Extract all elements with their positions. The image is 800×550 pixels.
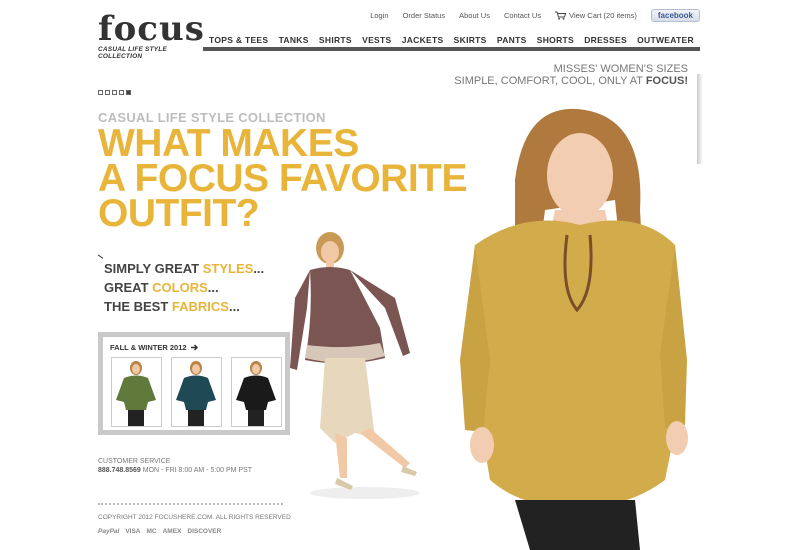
subtext-post: ... <box>228 299 240 314</box>
nav-outweater[interactable]: OUTWEATER <box>637 35 694 45</box>
about-link[interactable]: About Us <box>459 11 490 20</box>
footer-divider <box>98 503 283 505</box>
subtext-pre: GREAT <box>104 280 153 295</box>
headline-line: WHAT MAKES <box>98 122 359 165</box>
utility-nav: Login Order Status About Us Contact Us V… <box>370 9 700 22</box>
decorative-tick <box>96 254 104 261</box>
nav-jackets[interactable]: JACKETS <box>402 35 444 45</box>
main-nav: TOPS & TEES TANKS SHIRTS VESTS JACKETS S… <box>203 33 700 51</box>
arrow-right-icon <box>190 344 198 351</box>
nav-dresses[interactable]: DRESSES <box>584 35 627 45</box>
cart-icon <box>555 11 567 20</box>
model-photo-main <box>460 108 688 550</box>
contact-link[interactable]: Contact Us <box>504 11 541 20</box>
promo-line2-text: SIMPLE, COMFORT, COOL, ONLY AT <box>454 75 646 87</box>
subtext-line: GREAT COLORS... <box>104 278 264 297</box>
nav-tanks[interactable]: TANKS <box>279 35 309 45</box>
subtext-line: THE BEST FABRICS... <box>104 297 264 316</box>
product-thumbnail[interactable] <box>231 357 282 427</box>
slider-dot[interactable] <box>98 90 103 95</box>
facebook-button[interactable]: facebook <box>650 9 700 22</box>
collection-title: FALL & WINTER 2012 <box>110 343 187 352</box>
collection-thumbs <box>111 357 282 427</box>
amex-icon: AMEX <box>162 528 182 535</box>
cs-hours: MON - FRI 8:00 AM - 5:00 PM PST <box>140 467 253 474</box>
product-thumbnail[interactable] <box>171 357 222 427</box>
view-cart-link[interactable]: View Cart (20 items) <box>555 11 637 20</box>
subtext-pre: SIMPLY GREAT <box>104 261 203 276</box>
payment-icons: PayPal VISA MC AMEX DISCOVER <box>98 528 221 535</box>
collection-title-link[interactable]: FALL & WINTER 2012 <box>110 343 199 352</box>
subtext-line: SIMPLY GREAT STYLES... <box>104 259 264 278</box>
slider-dots <box>98 90 131 95</box>
divider-shadow <box>697 74 703 164</box>
nav-shorts[interactable]: SHORTS <box>537 35 574 45</box>
subtext-highlight: STYLES <box>202 261 254 276</box>
discover-icon: DISCOVER <box>187 528 222 535</box>
nav-skirts[interactable]: SKIRTS <box>454 35 487 45</box>
nav-vests[interactable]: VESTS <box>362 35 391 45</box>
mastercard-icon: MC <box>146 528 157 535</box>
fall-winter-collection-box[interactable]: FALL & WINTER 2012 <box>98 332 290 435</box>
view-cart-label: View Cart (20 items) <box>569 11 637 20</box>
headline-line: A FOCUS FAVORITE <box>98 157 468 200</box>
logo-wordmark: focus <box>98 9 205 49</box>
promo-tagline: MISSES' WOMEN'S SIZES SIMPLE, COMFORT, C… <box>454 63 688 87</box>
logo[interactable]: focus CASUAL LIFE STYLE COLLECTION <box>98 12 208 60</box>
order-status-link[interactable]: Order Status <box>403 11 446 20</box>
subtext-post: ... <box>207 280 219 295</box>
subtext-pre: THE BEST <box>104 299 172 314</box>
hero-subtext: SIMPLY GREAT STYLES... GREAT COLORS... T… <box>104 259 264 316</box>
paypal-icon: PayPal <box>98 528 120 535</box>
nav-tops-tees[interactable]: TOPS & TEES <box>209 35 268 45</box>
cs-label: CUSTOMER SERVICE <box>98 458 171 465</box>
slider-dot[interactable] <box>112 90 117 95</box>
cs-phone[interactable]: 888.748.8569 <box>98 467 141 474</box>
slider-dot[interactable] <box>105 90 110 95</box>
visa-icon: VISA <box>125 528 141 535</box>
copyright: COPYRIGHT 2012 FOCUSHERE.COM. ALL RIGHTS… <box>98 514 291 521</box>
product-thumbnail[interactable] <box>111 357 162 427</box>
customer-service: CUSTOMER SERVICE 888.748.8569 MON - FRI … <box>98 457 252 475</box>
slider-dot[interactable] <box>126 90 131 95</box>
nav-shirts[interactable]: SHIRTS <box>319 35 352 45</box>
promo-brand: FOCUS! <box>645 75 688 87</box>
subtext-highlight: COLORS <box>152 280 208 295</box>
promo-line1: MISSES' WOMEN'S SIZES <box>553 63 688 75</box>
subtext-post: ... <box>253 261 265 276</box>
hero-headline: WHAT MAKES A FOCUS FAVORITE OUTFIT? <box>98 122 468 235</box>
model-photo-small <box>290 232 420 499</box>
headline-line: OUTFIT? <box>98 192 260 235</box>
slider-dot[interactable] <box>119 90 124 95</box>
login-link[interactable]: Login <box>370 11 388 20</box>
subtext-highlight: FABRICS <box>171 299 229 314</box>
promo-line2: SIMPLE, COMFORT, COOL, ONLY AT FOCUS! <box>454 75 688 87</box>
nav-pants[interactable]: PANTS <box>497 35 527 45</box>
